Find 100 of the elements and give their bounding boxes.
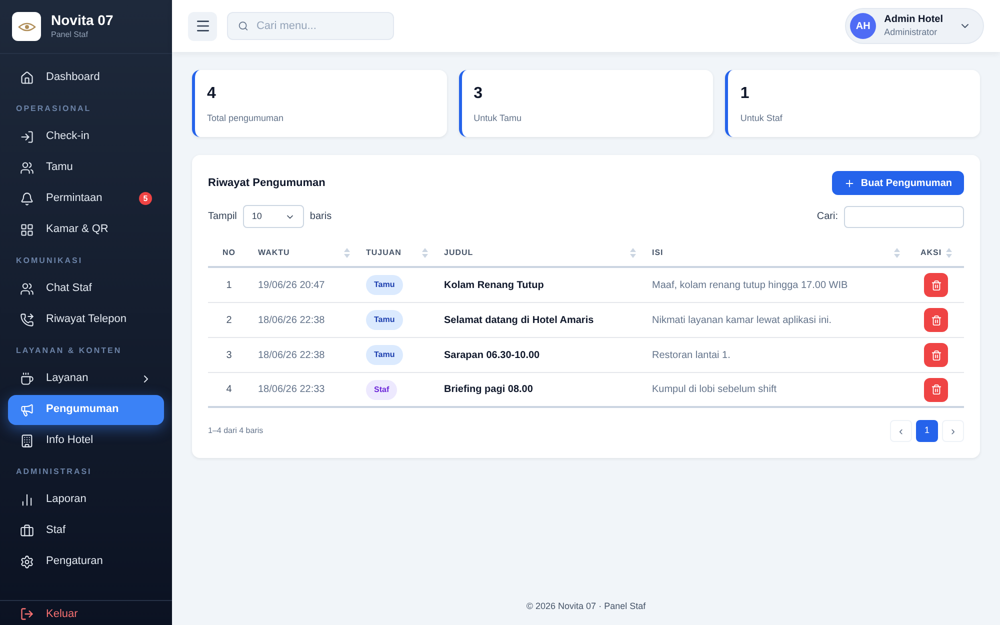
stat-label: Total pengumuman	[207, 112, 285, 125]
search-label: Cari:	[816, 210, 838, 224]
sidebar-item[interactable]: Dashboard	[8, 62, 164, 92]
trash-icon	[930, 350, 942, 360]
table-cell-text: Sarapan 06.30-10.00	[444, 348, 540, 362]
menu-icon	[194, 18, 210, 34]
bar-chart-icon	[20, 492, 34, 506]
users-icon	[20, 282, 34, 296]
grid-icon	[20, 222, 34, 236]
logo-icon	[12, 12, 41, 41]
target-tag: Tamu	[366, 310, 403, 330]
count-badge: 5	[139, 192, 152, 205]
target-tag: Tamu	[366, 345, 403, 365]
stat-value: 4	[207, 84, 217, 104]
sidebar-item[interactable]: Staf	[8, 516, 164, 546]
sort-icon	[946, 248, 952, 258]
delete-button[interactable]	[924, 308, 948, 332]
footer-text: © 2026 Novita 07 · Panel Staf	[525, 600, 647, 612]
building-icon	[20, 434, 34, 448]
brand-name: Novita 07	[51, 12, 114, 30]
trash-icon	[930, 384, 942, 395]
stat-label: Untuk Tamu	[474, 112, 523, 125]
table-cell-text: Maaf, kolam renang tutup hingga 17.00 WIB	[652, 278, 848, 292]
cup-icon	[20, 372, 34, 386]
search-input[interactable]: Cari menu...	[256, 18, 383, 34]
card-title: Riwayat Pengumuman	[208, 176, 326, 191]
target-tag: Staf	[366, 380, 398, 400]
user-menu[interactable]: AH Admin Hotel Administrator	[845, 8, 984, 44]
create-button[interactable]: Buat Pengumuman	[832, 171, 964, 195]
briefcase-icon	[20, 524, 34, 538]
stat-label: Untuk Staf	[740, 112, 784, 125]
table-cell-text: 4	[226, 383, 232, 397]
bell-icon	[20, 192, 34, 206]
settings-icon	[20, 554, 34, 568]
sidebar-item[interactable]: Permintaan 5	[8, 184, 164, 214]
table-cell-text: Restoran lantai 1.	[652, 348, 730, 362]
megaphone-icon	[20, 402, 34, 416]
sort-icon	[630, 248, 636, 258]
menu-button[interactable]	[188, 12, 217, 40]
avatar: AH	[850, 13, 876, 39]
trash-icon	[930, 280, 942, 290]
column-header: ISI	[652, 247, 664, 259]
sidebar-item[interactable]: Info Hotel	[8, 426, 164, 456]
table-cell-text: Nikmati layanan kamar lewat aplikasi ini.	[652, 314, 832, 328]
table-cell-text: 2	[226, 314, 232, 328]
phone-icon	[20, 312, 34, 326]
section-label: KOMUNIKASI	[15, 255, 84, 267]
sidebar-item[interactable]: Laporan	[8, 484, 164, 514]
rows-label: baris	[310, 210, 332, 224]
home-icon	[20, 70, 34, 84]
column-header: JUDUL	[444, 247, 474, 259]
table-cell-text: 18/06/26 22:38	[258, 314, 325, 328]
page-button[interactable]: 1	[916, 420, 938, 442]
sidebar-item[interactable]: Pengaturan	[8, 546, 164, 576]
table-cell-text: 19/06/26 20:47	[258, 278, 325, 292]
sidebar-item[interactable]: Pengumuman	[8, 394, 164, 424]
table-cell-text: 3	[226, 348, 232, 362]
target-tag: Tamu	[366, 275, 403, 295]
users-icon	[20, 160, 34, 174]
sidebar-item[interactable]: Tamu	[8, 152, 164, 182]
stat-value: 1	[740, 84, 750, 104]
sidebar-item[interactable]: Layanan	[8, 364, 164, 394]
sidebar-item[interactable]: Check-in	[8, 122, 164, 152]
logout-item[interactable]: Keluar	[8, 603, 164, 625]
user-role: Administrator	[884, 26, 938, 38]
section-label: ADMINISTRASI	[15, 466, 93, 478]
column-header: TUJUAN	[366, 247, 402, 259]
delete-button[interactable]	[924, 378, 948, 402]
sort-icon	[894, 248, 900, 258]
sidebar-item[interactable]: Kamar & QR	[8, 214, 164, 244]
sign-in-icon	[20, 130, 34, 144]
table-cell-text: 18/06/26 22:33	[258, 383, 325, 397]
table-cell-text: 1	[226, 278, 232, 292]
brand-subtitle: Panel Staf	[51, 29, 89, 42]
prev-button[interactable]: ‹	[890, 420, 912, 442]
rows-info: 1–4 dari 4 baris	[208, 425, 264, 437]
sort-icon	[344, 248, 350, 258]
column-header: AKSI	[920, 247, 942, 259]
table-cell-text: Kolam Renang Tutup	[444, 278, 544, 292]
column-header: NO	[222, 247, 236, 259]
delete-button[interactable]	[924, 273, 948, 297]
search-field[interactable]: Cari menu...	[227, 12, 394, 40]
column-header: WAKTU	[258, 247, 290, 259]
table-cell-text: 18/06/26 22:38	[258, 348, 325, 362]
section-label: LAYANAN & KONTEN	[15, 345, 123, 357]
sort-icon	[422, 248, 428, 258]
search-icon	[238, 20, 248, 32]
plus-icon	[844, 178, 855, 188]
table-search-field[interactable]	[844, 206, 964, 228]
show-label: Tampil	[208, 210, 237, 224]
table-cell-text: Selamat datang di Hotel Amaris	[444, 314, 594, 328]
stat-value: 3	[474, 84, 484, 104]
logout-icon	[20, 607, 34, 621]
user-name: Admin Hotel	[884, 14, 943, 27]
sidebar-item[interactable]: Chat Staf	[8, 274, 164, 304]
delete-button[interactable]	[924, 343, 948, 367]
sidebar-item[interactable]: Riwayat Telepon	[8, 304, 164, 334]
next-button[interactable]: ›	[942, 420, 964, 442]
page-size-select[interactable]: 10	[242, 205, 304, 228]
table-cell-text: Kumpul di lobi sebelum shift	[652, 383, 777, 397]
